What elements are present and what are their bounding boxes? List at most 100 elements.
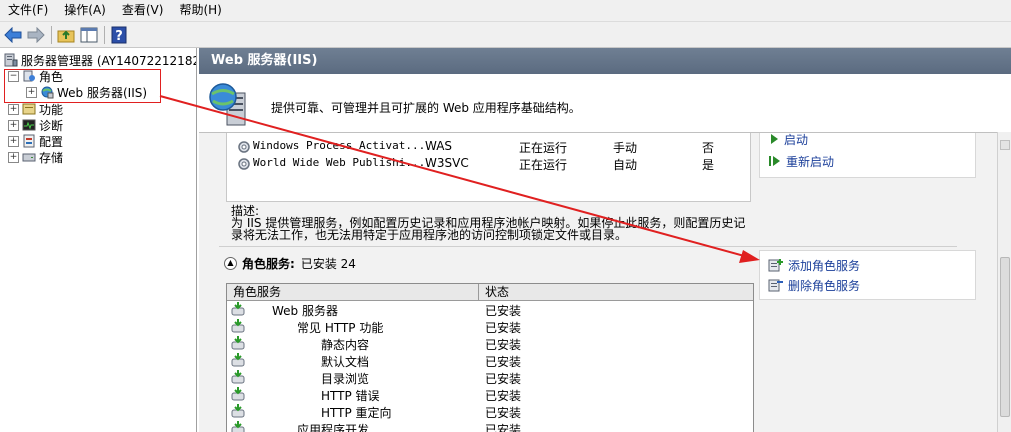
collapse-section-icon[interactable]: ▲ xyxy=(224,257,237,270)
service-actions-panel: 启动 重新启动 xyxy=(759,133,976,178)
folder-up-icon xyxy=(57,30,75,42)
remove-role-services-link[interactable]: 删除角色服务 xyxy=(768,276,860,294)
role-service-status: 已安装 xyxy=(485,321,522,335)
role-service-status: 已安装 xyxy=(485,304,522,318)
back-button[interactable] xyxy=(2,24,24,46)
menu-action[interactable]: 操作(A) xyxy=(56,0,114,21)
scrollbar-thumb[interactable] xyxy=(1000,257,1010,417)
gear-icon xyxy=(238,158,250,170)
table-row[interactable]: 默认文档 已安装 xyxy=(227,352,753,369)
tree-label: 功能 xyxy=(39,102,64,117)
installed-icon xyxy=(231,370,245,384)
section-divider xyxy=(219,246,957,247)
role-service-name: Web 服务器 xyxy=(272,304,338,318)
menu-bar: 文件(F) 操作(A) 查看(V) 帮助(H) xyxy=(0,0,1011,22)
gear-icon xyxy=(238,141,250,153)
role-service-status: 已安装 xyxy=(485,423,522,432)
service-status: 正在运行 xyxy=(519,141,568,155)
system-services-list: Windows Process Activat... WAS 正在运行 手动 否… xyxy=(226,133,751,202)
role-service-name: 静态内容 xyxy=(321,338,370,352)
help-button[interactable]: ? xyxy=(108,24,130,46)
service-startup: 手动 xyxy=(613,141,638,155)
role-service-name: 默认文档 xyxy=(321,355,370,369)
iis-server-icon xyxy=(209,83,246,126)
tree-item-storage[interactable]: + 存储 xyxy=(8,149,63,165)
help-icon: ? xyxy=(111,26,127,44)
role-service-status: 已安装 xyxy=(485,406,522,420)
table-row[interactable]: Web 服务器 已安装 xyxy=(227,301,753,318)
installed-icon xyxy=(231,404,245,418)
role-service-name: 常见 HTTP 功能 xyxy=(297,321,384,335)
role-services-actions-panel: 添加角色服务 删除角色服务 xyxy=(759,250,976,300)
forward-button[interactable] xyxy=(25,24,47,46)
role-service-status: 已安装 xyxy=(485,372,522,386)
table-row[interactable]: 应用程序开发 已安装 xyxy=(227,420,753,432)
role-service-name: 应用程序开发 xyxy=(297,423,370,432)
service-flag: 否 xyxy=(702,141,715,155)
role-service-status: 已安装 xyxy=(485,355,522,369)
tree-label: 诊断 xyxy=(39,118,64,133)
restart-service-label: 重新启动 xyxy=(786,154,835,169)
expand-toggle[interactable]: + xyxy=(8,151,19,163)
tree-item-server-manager[interactable]: 服务器管理器 (AY140722121824 xyxy=(4,52,197,68)
service-short-name: W3SVC xyxy=(425,156,469,170)
show-hide-console-tree-button[interactable] xyxy=(78,24,100,46)
storage-icon xyxy=(22,153,36,162)
tree-item-diagnostics[interactable]: + 诊断 xyxy=(8,117,63,133)
expand-toggle[interactable]: + xyxy=(8,119,19,131)
content-area: Windows Process Activat... WAS 正在运行 手动 否… xyxy=(199,133,997,432)
menu-file[interactable]: 文件(F) xyxy=(0,0,56,21)
features-icon xyxy=(22,103,36,115)
server-manager-icon xyxy=(4,53,18,67)
toolbar: ? xyxy=(0,22,1011,48)
expand-toggle[interactable]: + xyxy=(8,103,19,115)
toolbar-separator xyxy=(104,25,105,44)
column-header-role-service[interactable]: 角色服务 xyxy=(227,284,479,300)
up-level-button[interactable] xyxy=(55,24,77,46)
role-service-name: HTTP 重定向 xyxy=(321,406,392,420)
service-startup: 自动 xyxy=(613,158,638,172)
add-role-service-icon xyxy=(768,259,783,272)
table-row[interactable]: 常见 HTTP 功能 已安装 xyxy=(227,318,753,335)
start-service-link[interactable]: 启动 xyxy=(768,130,808,148)
vertical-scrollbar[interactable] xyxy=(997,132,1011,432)
table-row[interactable]: HTTP 重定向 已安装 xyxy=(227,403,753,420)
table-header: 角色服务 状态 xyxy=(227,284,753,301)
tree-label: 服务器管理器 (AY140722121824 xyxy=(21,53,197,68)
details-pane: Web 服务器(IIS) 提供可靠、可管理并且可扩展的 Web 应用程序基础结构… xyxy=(199,48,1011,432)
installed-icon xyxy=(231,387,245,401)
tree-item-features[interactable]: + 功能 xyxy=(8,101,63,117)
add-role-services-link[interactable]: 添加角色服务 xyxy=(768,256,860,274)
menu-view[interactable]: 查看(V) xyxy=(114,0,172,21)
role-services-table: 角色服务 状态 Web 服务器 已安装 常见 HTTP 功能 已安装 静态内容 已安装 默认… xyxy=(226,283,754,432)
table-row[interactable]: 静态内容 已安装 xyxy=(227,335,753,352)
installed-icon xyxy=(231,421,245,432)
service-flag: 是 xyxy=(702,158,715,172)
intro-description: 提供可靠、可管理并且可扩展的 Web 应用程序基础结构。 xyxy=(271,101,581,115)
start-service-label: 启动 xyxy=(784,132,809,147)
tree-item-configuration[interactable]: + 配置 xyxy=(8,133,63,149)
remove-role-services-label: 删除角色服务 xyxy=(788,278,861,293)
role-services-title: 角色服务: xyxy=(242,257,295,271)
tree-label: 存储 xyxy=(39,150,64,165)
restart-icon xyxy=(769,156,780,166)
column-header-status[interactable]: 状态 xyxy=(479,284,753,300)
scroll-up-region[interactable] xyxy=(1000,140,1010,150)
role-service-status: 已安装 xyxy=(485,389,522,403)
diagnostics-icon xyxy=(22,119,36,131)
expand-toggle[interactable]: + xyxy=(8,135,19,147)
menu-help[interactable]: 帮助(H) xyxy=(171,0,229,21)
installed-icon xyxy=(231,319,245,333)
role-services-count: 已安装 24 xyxy=(300,257,356,271)
installed-icon xyxy=(231,302,245,316)
table-row[interactable]: HTTP 错误 已安装 xyxy=(227,386,753,403)
role-service-name: 目录浏览 xyxy=(321,372,370,386)
console-tree: 服务器管理器 (AY140722121824 − 角色 + Web 服务器(II… xyxy=(0,48,197,432)
annotation-highlight-box xyxy=(4,69,161,103)
restart-service-link[interactable]: 重新启动 xyxy=(768,152,834,170)
configuration-icon xyxy=(23,134,35,148)
role-services-header[interactable]: ▲ 角色服务: 已安装 24 xyxy=(224,255,356,272)
installed-icon xyxy=(231,353,245,367)
table-row[interactable]: 目录浏览 已安装 xyxy=(227,369,753,386)
back-arrow-icon xyxy=(4,26,22,43)
